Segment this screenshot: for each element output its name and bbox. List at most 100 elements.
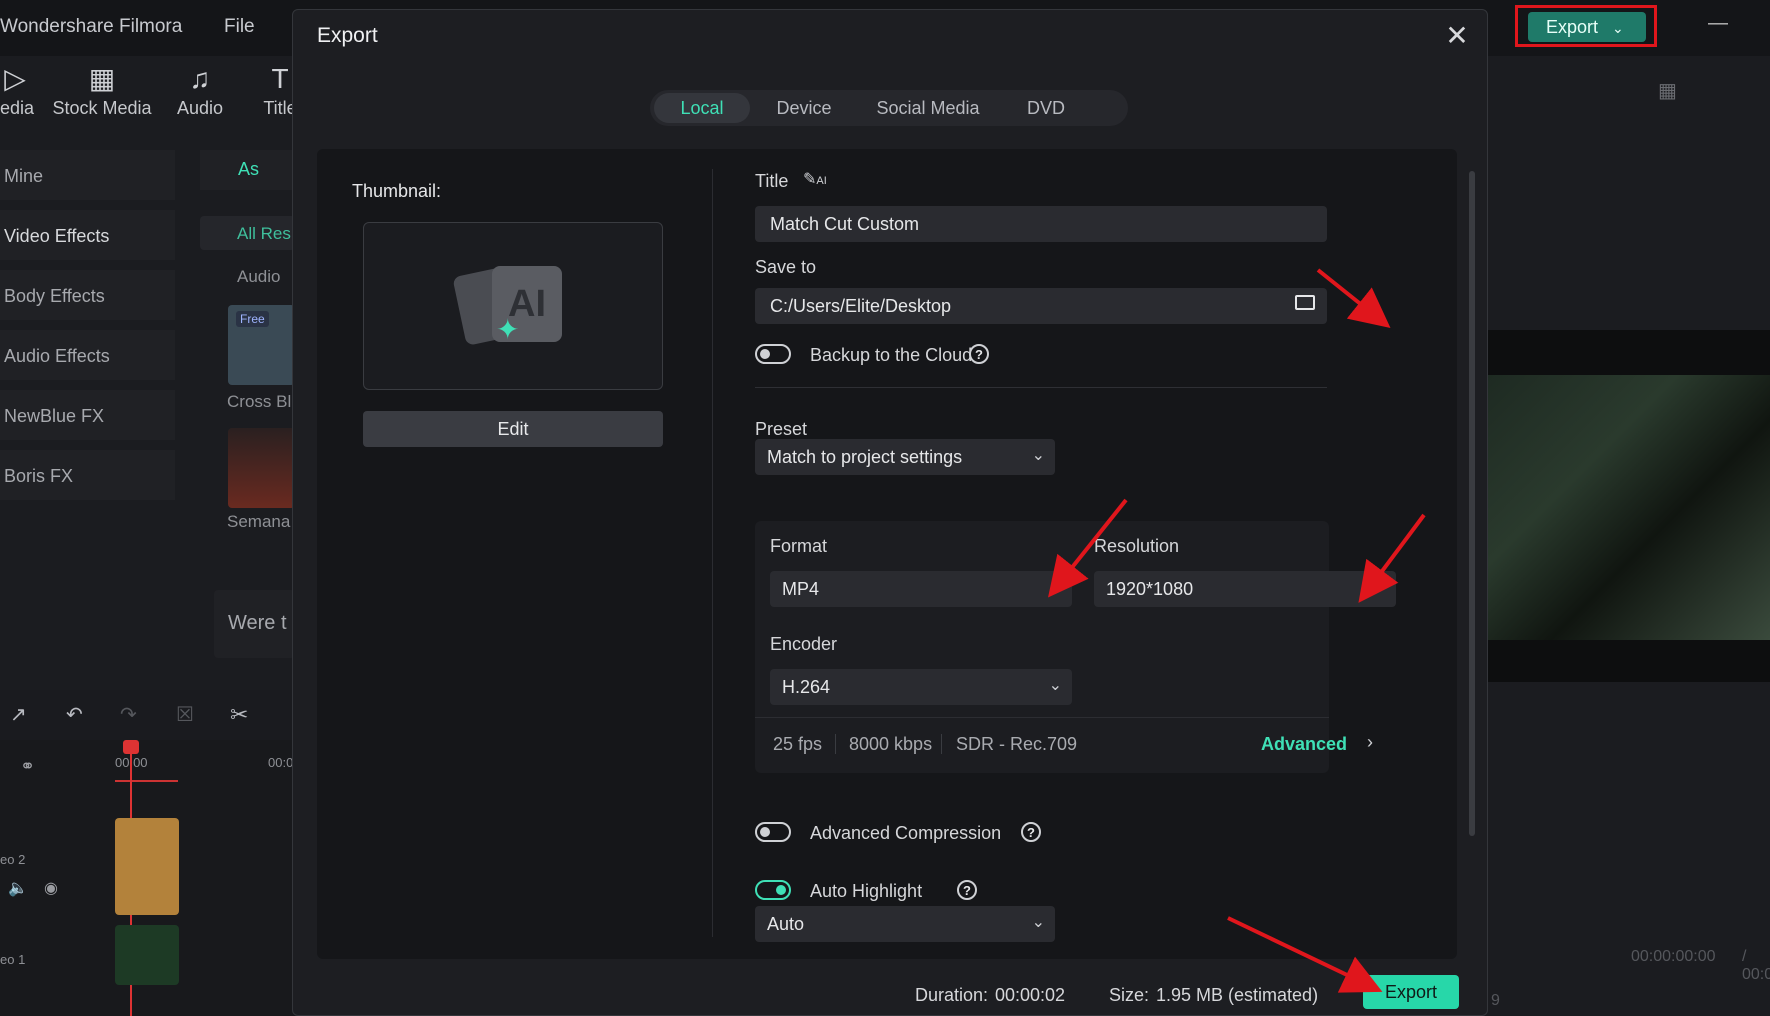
tab-device[interactable]: Device [758, 93, 850, 123]
preview-time-sep: / 00:0 [1742, 948, 1770, 983]
auto-highlight-label: Auto Highlight [810, 881, 923, 901]
size-label: Size: [1109, 985, 1150, 1005]
tool-audio-label: Audio [176, 98, 224, 118]
save-to-input[interactable]: C:/Users/Elite/Desktop [755, 288, 1327, 324]
link-icon[interactable]: ⚭ [20, 756, 35, 777]
auto-highlight-select[interactable]: Auto ⌄ [755, 906, 1055, 942]
resolution-select[interactable]: 1920*1080 ⌄ [1094, 571, 1396, 607]
stats-divider [755, 717, 1329, 718]
clip-video-1[interactable] [115, 925, 179, 985]
save-to-label: Save to [755, 257, 817, 277]
preset-label: Preset [755, 419, 808, 439]
grid-icon[interactable]: ▦ [1658, 78, 1677, 103]
timeline-range [115, 780, 178, 782]
effect-label-2: Semana [227, 512, 291, 531]
folder-icon[interactable] [1295, 295, 1315, 310]
highlight-box [1515, 5, 1657, 47]
preview-fps: 9 [1491, 992, 1500, 1009]
select-tool-icon[interactable]: ↗ [10, 702, 27, 727]
format-label: Format [770, 536, 828, 556]
toggle-knob [760, 827, 770, 837]
advanced-compression-toggle[interactable] [755, 822, 791, 842]
sidebar-item-boris-fx[interactable]: Boris FX [0, 450, 175, 500]
stat-fps: 25 fps [773, 734, 823, 754]
store-icon: ▦ [88, 63, 116, 94]
track-label-video-1: eo 1 [0, 952, 26, 967]
ai-pen-icon[interactable]: ✎AI [803, 169, 827, 189]
close-icon[interactable]: ✕ [1443, 22, 1471, 50]
export-button[interactable]: Export [1363, 975, 1459, 1009]
chevron-down-icon: ⌄ [1031, 914, 1045, 931]
stat-color-space: SDR - Rec.709 [956, 734, 1078, 754]
playhead-handle[interactable] [123, 740, 139, 754]
clip-video-2[interactable] [115, 818, 179, 915]
filter-audio[interactable]: Audio [237, 267, 280, 287]
chevron-right-icon[interactable]: › [1367, 732, 1373, 753]
format-value: MP4 [782, 579, 820, 599]
tab-social-media[interactable]: Social Media [856, 93, 1000, 123]
menu-file[interactable]: File [224, 16, 255, 38]
tab-local[interactable]: Local [654, 93, 750, 123]
chevron-down-icon: ⌄ [1048, 579, 1062, 596]
preset-select[interactable]: Match to project settings ⌄ [755, 439, 1055, 475]
sidebar-item-newblue-fx[interactable]: NewBlue FX [0, 390, 175, 440]
tool-stock-media-label: Stock Media [52, 98, 152, 118]
minimize-icon[interactable]: — [1708, 12, 1728, 35]
stat-separator [941, 734, 942, 754]
advanced-compression-label: Advanced Compression [810, 823, 1002, 843]
thumbnail-label: Thumbnail: [352, 181, 442, 201]
help-icon[interactable]: ? [1021, 822, 1041, 842]
delete-icon[interactable]: ☒ [176, 702, 194, 727]
scissors-icon[interactable]: ✂ [230, 702, 248, 728]
toggle-knob [760, 349, 770, 359]
undo-icon[interactable]: ↶ [66, 702, 83, 727]
scrollbar[interactable] [1469, 171, 1475, 836]
help-icon[interactable]: ? [969, 344, 989, 364]
tool-audio[interactable]: ♫ Audio [170, 60, 230, 119]
encoder-select[interactable]: H.264 ⌄ [770, 669, 1072, 705]
effect-thumbnail-2[interactable] [228, 428, 295, 508]
advanced-link[interactable]: Advanced [1261, 734, 1347, 755]
speaker-icon[interactable]: 🔈 [8, 878, 28, 898]
music-icon: ♫ [189, 63, 211, 94]
tool-stock-media[interactable]: ▦ Stock Media [52, 60, 152, 119]
title-input[interactable]: Match Cut Custom [755, 206, 1327, 242]
effect-label-1: Cross Bl [227, 392, 292, 411]
timeline-toolbar: ↗ ↶ ↷ ☒ ✂ [0, 690, 300, 740]
sidebar-item-mine[interactable]: Mine [0, 150, 175, 200]
chevron-down-icon: ⌄ [1031, 447, 1045, 464]
export-settings-panel: Thumbnail: AI ✦ Edit Title ✎AI Match Cut… [317, 149, 1475, 959]
track-label-video-2: eo 2 [0, 852, 26, 867]
sidebar-item-body-effects[interactable]: Body Effects [0, 270, 175, 320]
thumbnail-preview[interactable]: AI ✦ [363, 222, 663, 390]
tool-media[interactable]: ▷ edia [0, 60, 34, 119]
redo-icon[interactable]: ↷ [120, 702, 137, 727]
format-settings-panel: Format MP4 ⌄ Resolution 1920*1080 ⌄ Enco… [755, 521, 1396, 773]
assets-tab[interactable]: As [200, 150, 295, 190]
help-icon[interactable]: ? [957, 880, 977, 900]
effect-thumbnail[interactable]: Free [228, 305, 295, 385]
backup-cloud-toggle[interactable] [755, 344, 791, 364]
tab-dvd[interactable]: DVD [1006, 93, 1086, 123]
auto-highlight-toggle[interactable] [755, 880, 791, 900]
prompt-card: Were t [214, 590, 295, 658]
duration-value: 00:00:02 [995, 985, 1066, 1005]
encoder-value: H.264 [782, 677, 831, 697]
panel-divider [712, 169, 713, 937]
app-name: Wondershare Filmora [0, 16, 183, 37]
backup-cloud-label: Backup to the Cloud [810, 345, 973, 365]
sidebar-item-video-effects[interactable]: Video Effects [0, 210, 175, 260]
sidebar-item-audio-effects[interactable]: Audio Effects [0, 330, 175, 380]
stat-bitrate: 8000 kbps [849, 734, 933, 754]
edit-thumbnail-button[interactable]: Edit [363, 411, 663, 447]
chevron-down-icon: ⌄ [1048, 677, 1062, 694]
toggle-knob [776, 885, 786, 895]
size-value: 1.95 MB (estimated) [1156, 985, 1319, 1005]
save-to-path: C:/Users/Elite/Desktop [770, 296, 952, 316]
eye-icon[interactable]: ◉ [44, 878, 58, 898]
format-select[interactable]: MP4 ⌄ [770, 571, 1072, 607]
duration-label: Duration: [915, 985, 989, 1005]
filter-all[interactable]: All Res [200, 216, 295, 250]
section-divider [755, 387, 1327, 388]
title-label: Title [755, 171, 789, 191]
